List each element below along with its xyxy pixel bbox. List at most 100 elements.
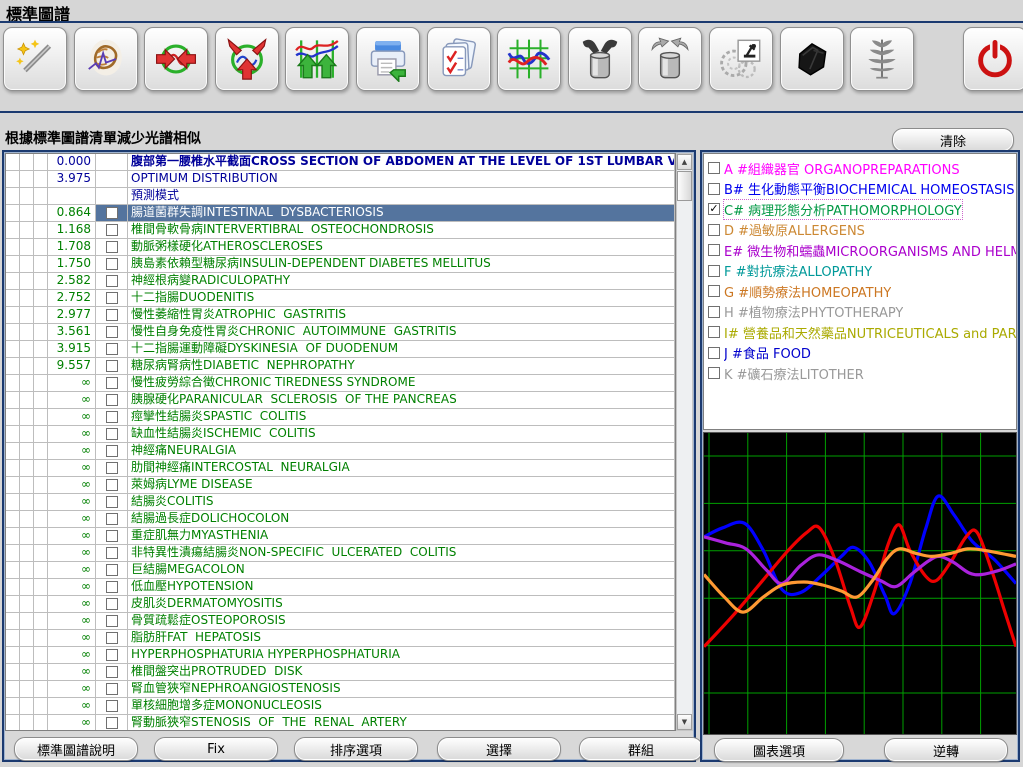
row-checkbox[interactable] — [105, 309, 118, 321]
category-checkbox[interactable] — [708, 223, 720, 236]
row-checkbox[interactable] — [105, 717, 118, 729]
table-row[interactable]: 2.582 神經根病變RADICULOPATHY — [6, 273, 675, 290]
table-row[interactable]: ∞ 腎動脈狹窄STENOSIS OF THE RENAL ARTERY — [6, 715, 675, 730]
stone-button[interactable] — [779, 27, 844, 91]
sort-options-button[interactable]: 排序選項 — [294, 737, 418, 761]
chart-options-button[interactable]: 圖表選項 — [714, 738, 844, 762]
table-row[interactable]: 0.000 腹部第一腰椎水平截面CROSS SECTION OF ABDOMEN … — [6, 154, 675, 171]
scroll-thumb[interactable] — [677, 171, 692, 201]
table-row[interactable]: 3.975 OPTIMUM DISTRIBUTION — [6, 171, 675, 188]
standard-info-button[interactable]: 標準圖譜說明 — [14, 737, 138, 761]
etalon-in-button[interactable] — [567, 27, 632, 91]
table-row[interactable]: ∞ 巨結腸MEGACOLON — [6, 562, 675, 579]
row-checkbox[interactable] — [105, 360, 118, 372]
table-row[interactable]: 2.977 慢性萎縮性胃炎ATROPHIC GASTRITIS — [6, 307, 675, 324]
category-item-f[interactable]: F #對抗療法ALLOPATHY — [704, 261, 1016, 282]
brain-button[interactable] — [73, 27, 138, 91]
row-checkbox[interactable] — [105, 462, 118, 474]
row-checkbox[interactable] — [105, 326, 118, 338]
table-row[interactable]: 0.864 腸道菌群失調INTESTINAL DYSBACTERIOSIS — [6, 205, 675, 222]
row-checkbox[interactable] — [105, 258, 118, 270]
table-row[interactable]: ∞ 肋間神經痛INTERCOSTAL NEURALGIA — [6, 460, 675, 477]
table-row[interactable]: ∞ 骨質疏鬆症OSTEOPOROSIS — [6, 613, 675, 630]
table-row[interactable]: ∞ 非特異性潰瘍結腸炎NON-SPECIFIC ULCERATED COLITIS — [6, 545, 675, 562]
category-item-j[interactable]: J #食品 FOOD — [704, 343, 1016, 364]
row-checkbox[interactable] — [105, 666, 118, 678]
microscope-button[interactable] — [709, 27, 773, 91]
row-checkbox[interactable] — [105, 547, 118, 559]
table-row[interactable]: ∞ 缺血性結腸炎ISCHEMIC COLITIS — [6, 426, 675, 443]
category-checkbox[interactable] — [708, 162, 720, 175]
row-checkbox[interactable] — [105, 207, 118, 219]
row-checkbox[interactable] — [105, 428, 118, 440]
row-checkbox[interactable] — [105, 241, 118, 253]
table-row[interactable]: 3.561 慢性自身免疫性胃炎CHRONIC AUTOIMMUNE GASTRIT… — [6, 324, 675, 341]
table-row[interactable]: ∞ 胰腺硬化PARANICULAR SCLEROSIS OF THE PANCRE… — [6, 392, 675, 409]
table-row[interactable]: ∞ 重症肌無力MYASTHENIA — [6, 528, 675, 545]
scroll-up-button[interactable]: ▲ — [677, 154, 692, 170]
row-checkbox[interactable] — [105, 513, 118, 525]
table-row[interactable]: ∞ 椎間盤突出PROTRUDED DISK — [6, 664, 675, 681]
compare-spectra-button[interactable] — [144, 27, 209, 91]
table-row[interactable]: ∞ 神經痛NEURALGIA — [6, 443, 675, 460]
row-checkbox[interactable] — [105, 683, 118, 695]
row-checkbox[interactable] — [105, 479, 118, 491]
card-index-button[interactable] — [426, 27, 491, 91]
category-checkbox[interactable] — [708, 367, 720, 380]
row-checkbox[interactable] — [105, 615, 118, 627]
category-item-d[interactable]: D #過敏原ALLERGENS — [704, 220, 1016, 241]
select-button[interactable]: 選擇 — [437, 737, 561, 761]
category-checkbox[interactable] — [708, 346, 720, 359]
row-checkbox[interactable] — [105, 445, 118, 457]
row-checkbox[interactable] — [105, 564, 118, 576]
graph-button[interactable] — [497, 27, 562, 91]
row-checkbox[interactable] — [105, 292, 118, 304]
row-checkbox[interactable] — [105, 343, 118, 355]
table-row[interactable]: ∞ 結腸過長症DOLICHOCOLON — [6, 511, 675, 528]
group-button[interactable]: 群組 — [579, 737, 703, 761]
print-button[interactable] — [356, 27, 420, 91]
table-row[interactable]: 預測模式 — [6, 188, 675, 205]
category-checkbox[interactable]: ✓ — [708, 203, 720, 216]
row-checkbox[interactable] — [105, 275, 118, 287]
row-checkbox[interactable] — [105, 598, 118, 610]
table-row[interactable]: 1.708 動脈粥樣硬化ATHEROSCLEROSES — [6, 239, 675, 256]
spectrum-table[interactable]: 0.000 腹部第一腰椎水平截面CROSS SECTION OF ABDOMEN … — [5, 153, 676, 731]
category-checkbox[interactable] — [708, 182, 720, 195]
category-item-e[interactable]: E# 微生物和蠕蟲MICROORGANISMS AND HELMI — [704, 240, 1016, 261]
table-row[interactable]: ∞ 慢性疲勞綜合徵CHRONIC TIREDNESS SYNDROME — [6, 375, 675, 392]
table-row[interactable]: ∞ 痙攣性結腸炎SPASTIC COLITIS — [6, 409, 675, 426]
table-row[interactable]: ∞ 脂肪肝FAT HEPATOSIS — [6, 630, 675, 647]
table-row[interactable]: ∞ 低血壓HYPOTENSION — [6, 579, 675, 596]
category-checkbox[interactable] — [708, 285, 720, 298]
category-item-h[interactable]: H #植物療法PHYTOTHERAPY — [704, 302, 1016, 323]
multi-compare-button[interactable] — [214, 27, 279, 91]
row-checkbox[interactable] — [105, 649, 118, 661]
row-checkbox[interactable] — [105, 224, 118, 236]
vertical-scrollbar[interactable]: ▲ ▼ — [676, 153, 693, 731]
row-checkbox[interactable] — [105, 581, 118, 593]
category-checkbox[interactable] — [708, 264, 720, 277]
category-item-g[interactable]: G #順勢療法HOMEOPATHY — [704, 281, 1016, 302]
table-row[interactable]: ∞ 萊姆病LYME DISEASE — [6, 477, 675, 494]
category-checkbox[interactable] — [708, 244, 720, 257]
category-item-c[interactable]: ✓ C# 病理形態分析PATHOMORPHOLOGY — [704, 198, 1016, 220]
table-row[interactable]: 9.557 糖尿病腎病性DIABETIC NEPHROPATHY — [6, 358, 675, 375]
table-row[interactable]: ∞ 單核細胞增多症MONONUCLEOSIS — [6, 698, 675, 715]
table-row[interactable]: ∞ 皮肌炎DERMATOMYOSITIS — [6, 596, 675, 613]
boost-charts-button[interactable] — [285, 27, 350, 91]
row-checkbox[interactable] — [105, 394, 118, 406]
etalon-out-button[interactable] — [638, 27, 703, 91]
category-item-k[interactable]: K #礦石療法LITOTHER — [704, 363, 1016, 384]
table-row[interactable]: ∞ 腎血管狹窄NEPHROANGIOSTENOSIS — [6, 681, 675, 698]
category-item-i[interactable]: I# 營養品和天然藥品NUTRICEUTICALS and PAR — [704, 322, 1016, 343]
row-checkbox[interactable] — [105, 530, 118, 542]
scroll-down-button[interactable]: ▼ — [677, 714, 692, 730]
row-checkbox[interactable] — [105, 411, 118, 423]
magic-wand-button[interactable] — [3, 27, 67, 91]
table-row[interactable]: 3.915 十二指腸運動障礙DYSKINESIA OF DUODENUM — [6, 341, 675, 358]
table-row[interactable]: 1.168 椎間骨軟骨病INTERVERTIBRAL OSTEOCHONDROSI… — [6, 222, 675, 239]
row-checkbox[interactable] — [105, 377, 118, 389]
table-row[interactable]: 2.752 十二指腸DUODENITIS — [6, 290, 675, 307]
table-row[interactable]: 1.750 胰島素依賴型糖尿病INSULIN-DEPENDENT DIABETES… — [6, 256, 675, 273]
